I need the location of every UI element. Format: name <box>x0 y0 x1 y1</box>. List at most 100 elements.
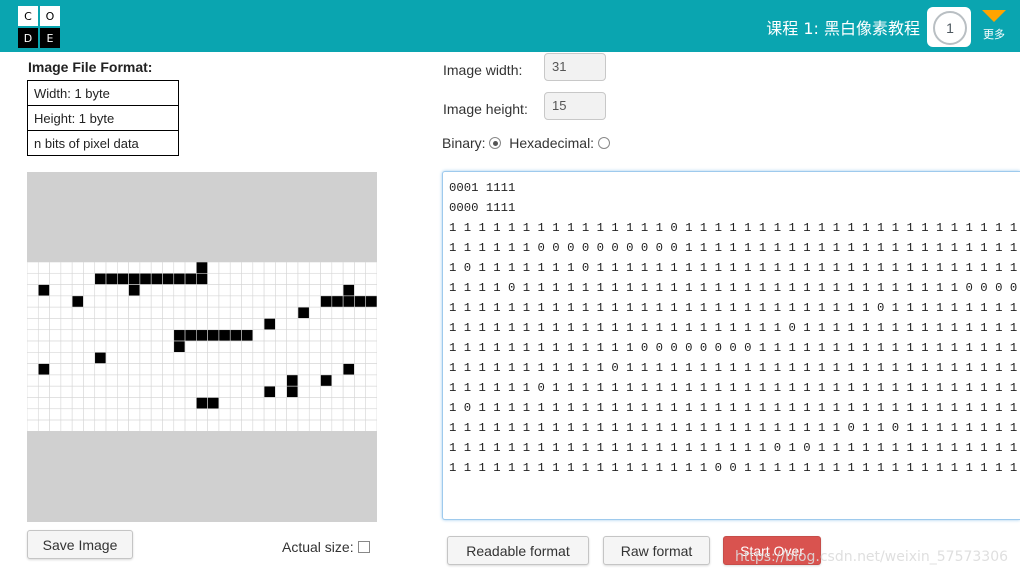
pixel-cell[interactable] <box>60 340 73 353</box>
pixel-cell[interactable] <box>331 318 344 331</box>
pixel-cell[interactable] <box>105 363 118 376</box>
pixel-cell[interactable] <box>27 408 39 421</box>
pixel-cell[interactable] <box>94 318 107 331</box>
pixel-cell[interactable] <box>218 408 231 421</box>
pixel-cell[interactable] <box>320 318 333 331</box>
pixel-cell[interactable] <box>173 262 186 274</box>
pixel-cell[interactable] <box>49 318 62 331</box>
pixel-cell[interactable] <box>184 284 197 297</box>
pixel-cell[interactable] <box>83 397 96 410</box>
pixel-cell[interactable] <box>94 385 107 398</box>
pixel-cell[interactable] <box>241 318 254 331</box>
pixel-cell[interactable] <box>308 363 321 376</box>
pixel-cell[interactable] <box>365 397 377 410</box>
pixel-cell[interactable] <box>320 329 333 342</box>
pixel-cell[interactable] <box>150 272 163 285</box>
pixel-cell[interactable] <box>37 329 50 342</box>
pixel-cell[interactable] <box>263 363 276 376</box>
pixel-cell[interactable] <box>229 408 242 421</box>
pixel-cell[interactable] <box>83 385 96 398</box>
pixel-cell[interactable] <box>342 397 355 410</box>
pixel-cell[interactable] <box>263 272 276 285</box>
pixel-cell[interactable] <box>241 284 254 297</box>
pixel-cell[interactable] <box>275 329 287 342</box>
pixel-cell[interactable] <box>150 284 163 297</box>
pixel-cell[interactable] <box>37 397 50 410</box>
pixel-cell[interactable] <box>207 295 220 308</box>
pixel-cell[interactable] <box>342 363 355 376</box>
pixel-cell[interactable] <box>218 385 231 398</box>
raw-format-button[interactable]: Raw format <box>603 536 710 565</box>
pixel-cell[interactable] <box>275 363 287 376</box>
pixel-cell[interactable] <box>263 385 276 398</box>
pixel-cell[interactable] <box>308 329 321 342</box>
pixel-cell[interactable] <box>365 374 377 387</box>
pixel-cell[interactable] <box>207 262 220 274</box>
pixel-cell[interactable] <box>218 284 231 297</box>
pixel-cell[interactable] <box>218 397 231 410</box>
pixel-cell[interactable] <box>207 363 220 376</box>
pixel-cell[interactable] <box>105 318 118 331</box>
pixel-cell[interactable] <box>105 306 118 319</box>
pixel-cell[interactable] <box>49 284 62 297</box>
pixel-cell[interactable] <box>173 329 186 342</box>
pixel-cell[interactable] <box>263 262 276 274</box>
pixel-cell[interactable] <box>286 385 299 398</box>
pixel-cell[interactable] <box>162 397 175 410</box>
pixel-cell[interactable] <box>320 397 333 410</box>
pixel-cell[interactable] <box>173 385 186 398</box>
pixel-cell[interactable] <box>263 284 276 297</box>
pixel-cell[interactable] <box>241 262 254 274</box>
pixel-cell[interactable] <box>297 363 310 376</box>
pixel-cell[interactable] <box>354 295 367 308</box>
pixel-cell[interactable] <box>331 284 344 297</box>
pixel-cell[interactable] <box>139 385 152 398</box>
pixel-cell[interactable] <box>117 397 129 410</box>
pixel-cell[interactable] <box>229 340 242 353</box>
pixel-cell[interactable] <box>308 385 321 398</box>
pixel-cell[interactable] <box>173 408 186 421</box>
pixel-cell[interactable] <box>252 397 265 410</box>
pixel-cell[interactable] <box>71 352 84 364</box>
pixel-cell[interactable] <box>308 284 321 297</box>
pixel-cell[interactable] <box>184 363 197 376</box>
pixel-cell[interactable] <box>49 363 62 376</box>
pixel-cell[interactable] <box>320 385 333 398</box>
pixel-cell[interactable] <box>275 352 287 364</box>
pixel-cell[interactable] <box>308 419 321 432</box>
pixel-cell[interactable] <box>286 374 299 387</box>
pixel-cell[interactable] <box>150 419 163 432</box>
pixel-cell[interactable] <box>320 262 333 274</box>
pixel-cell[interactable] <box>320 306 333 319</box>
pixel-cell[interactable] <box>162 295 175 308</box>
pixel-cell[interactable] <box>162 352 175 364</box>
pixel-cell[interactable] <box>342 272 355 285</box>
pixel-cell[interactable] <box>139 419 152 432</box>
pixel-cell[interactable] <box>83 329 96 342</box>
save-image-button[interactable]: Save Image <box>27 530 133 559</box>
pixel-cell[interactable] <box>229 363 242 376</box>
pixel-cell[interactable] <box>297 272 310 285</box>
pixel-cell[interactable] <box>297 397 310 410</box>
pixel-cell[interactable] <box>60 352 73 364</box>
pixel-cell[interactable] <box>27 306 39 319</box>
pixel-cell[interactable] <box>128 363 141 376</box>
pixel-cell[interactable] <box>49 374 62 387</box>
pixel-cell[interactable] <box>184 397 197 410</box>
pixel-cell[interactable] <box>173 374 186 387</box>
pixel-cell[interactable] <box>49 385 62 398</box>
pixel-cell[interactable] <box>275 284 287 297</box>
pixel-cell[interactable] <box>184 306 197 319</box>
pixel-cell[interactable] <box>49 262 62 274</box>
pixel-cell[interactable] <box>297 408 310 421</box>
pixel-cell[interactable] <box>354 385 367 398</box>
pixel-cell[interactable] <box>128 306 141 319</box>
pixel-cell[interactable] <box>105 272 118 285</box>
pixel-cell[interactable] <box>162 262 175 274</box>
pixel-cell[interactable] <box>275 318 287 331</box>
pixel-cell[interactable] <box>83 272 96 285</box>
pixel-cell[interactable] <box>320 408 333 421</box>
pixel-cell[interactable] <box>286 408 299 421</box>
pixel-cell[interactable] <box>275 295 287 308</box>
pixel-cell[interactable] <box>196 340 208 353</box>
